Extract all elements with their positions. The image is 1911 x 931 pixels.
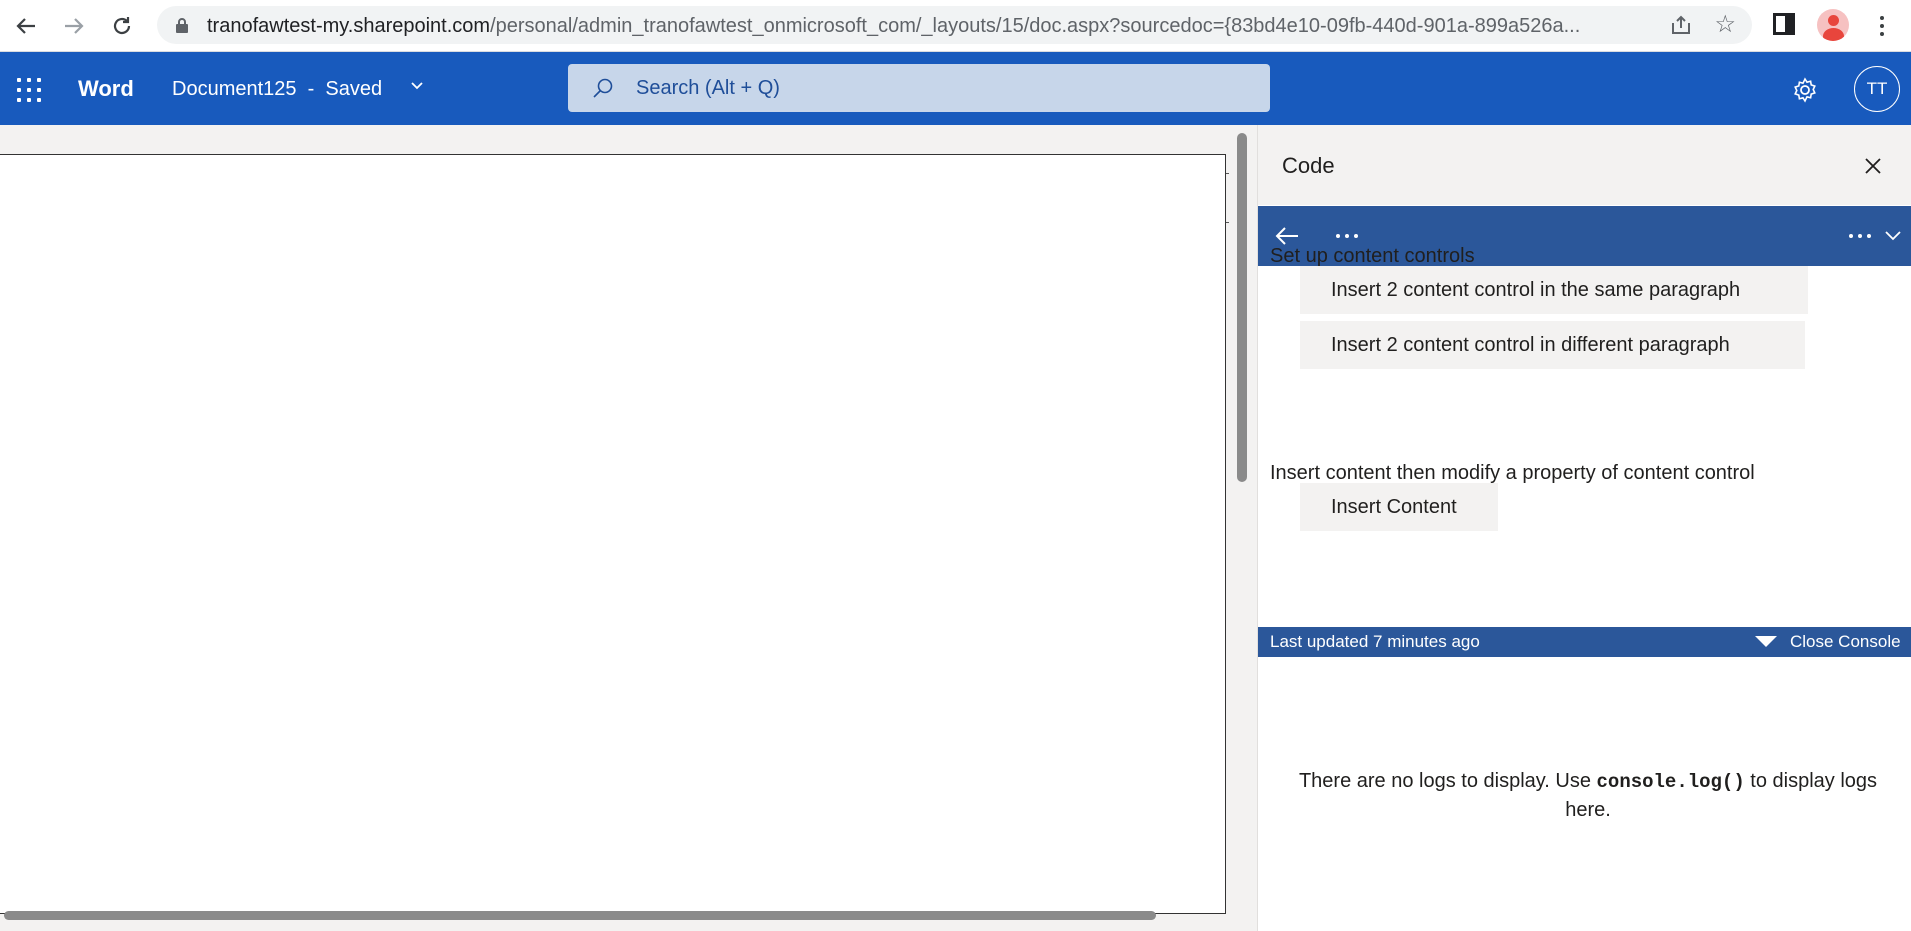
close-console-button[interactable]: Close Console [1790,632,1901,652]
margin-marker [1226,173,1229,174]
address-url: tranofawtest-my.sharepoint.com/personal/… [207,15,1581,37]
section-label-setup: Set up content controls [1270,245,1475,267]
reload-icon[interactable] [106,10,138,42]
last-updated-text: Last updated 7 minutes ago [1270,632,1480,651]
code-task-pane: Code Set up content controls Insert 2 co… [1257,125,1911,931]
caret-down-icon[interactable] [1755,636,1777,647]
document-page[interactable] [0,154,1226,914]
insert-same-paragraph-button[interactable]: Insert 2 content control in the same par… [1300,266,1808,314]
browser-menu-icon[interactable] [1872,10,1892,42]
side-panel-icon[interactable] [1773,13,1795,35]
browser-toolbar: tranofawtest-my.sharepoint.com/personal/… [0,0,1911,52]
word-header: Word Document125 - Saved Search (Alt + Q… [0,52,1911,125]
close-icon[interactable] [1864,157,1882,175]
address-bar[interactable]: tranofawtest-my.sharepoint.com/personal/… [157,6,1752,44]
share-icon[interactable] [1670,14,1692,36]
task-pane-header: Code [1258,125,1911,205]
chevron-down-icon[interactable] [1884,228,1902,244]
section-label-insert-content: Insert content then modify a property of… [1270,462,1755,484]
task-pane-title: Code [1282,153,1335,178]
empty-console-message: There are no logs to display. Use consol… [1298,770,1878,821]
insert-content-button[interactable]: Insert Content [1300,483,1498,531]
app-name[interactable]: Word [78,76,134,102]
bookmark-star-icon[interactable]: ☆ [1714,10,1736,39]
forward-arrow-icon[interactable] [58,10,90,42]
app-launcher-icon[interactable] [17,78,41,102]
vertical-scrollbar[interactable] [1237,133,1247,482]
margin-marker [1226,222,1229,223]
insert-different-paragraph-button[interactable]: Insert 2 content control in different pa… [1300,321,1805,369]
chevron-down-icon[interactable] [410,78,424,92]
user-avatar[interactable]: TT [1854,66,1900,112]
more-options-icon[interactable] [1849,234,1871,238]
search-placeholder: Search (Alt + Q) [636,77,780,99]
profile-avatar-icon[interactable] [1817,9,1849,41]
console-bar: Last updated 7 minutes ago Close Console [1258,627,1911,657]
settings-gear-icon[interactable] [1791,76,1819,104]
document-canvas [0,125,1257,931]
horizontal-scrollbar[interactable] [4,911,1156,920]
search-icon [593,78,613,98]
back-arrow-icon[interactable] [1274,225,1300,247]
back-arrow-icon[interactable] [10,10,42,42]
document-title[interactable]: Document125 - Saved [172,78,382,101]
lock-icon [176,18,188,33]
more-options-icon[interactable] [1336,234,1358,238]
search-box[interactable]: Search (Alt + Q) [568,64,1270,112]
